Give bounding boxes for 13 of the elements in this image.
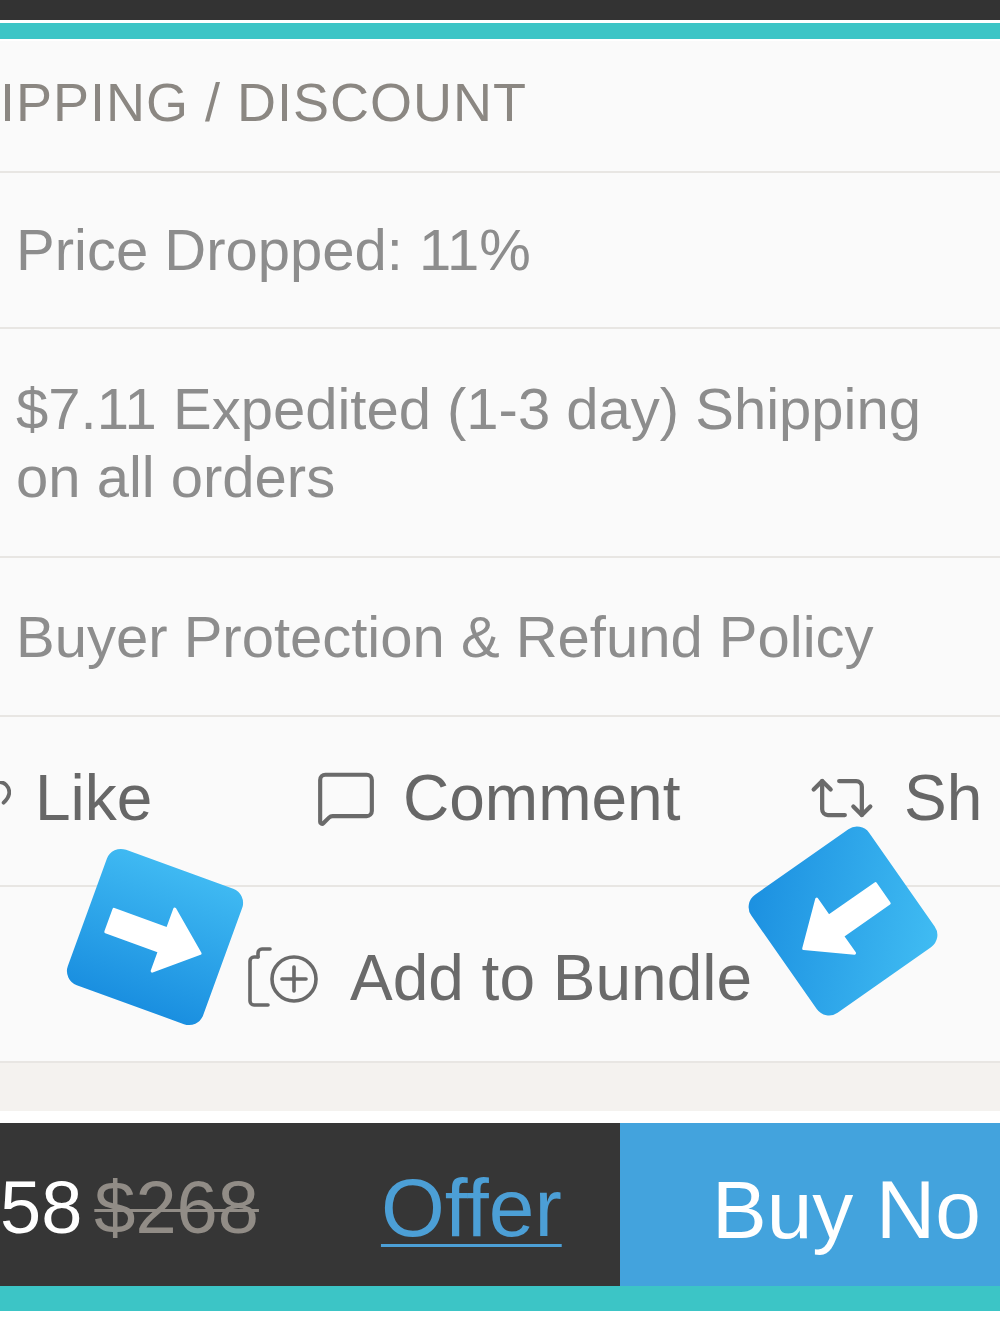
info-row-text: Buyer Protection & Refund Policy (16, 602, 874, 671)
bundle-add-icon (247, 947, 320, 1009)
info-row-text: Price Dropped: 11% (16, 216, 531, 284)
original-price: $268 (94, 1165, 259, 1250)
share-button[interactable]: Sh (808, 758, 1000, 838)
price-text: 58 (0, 1165, 83, 1250)
section-heading: IPPING / DISCOUNT (0, 75, 528, 129)
buy-now-button[interactable]: Buy No (620, 1123, 1000, 1286)
offer-link[interactable]: Offer (380, 1160, 562, 1255)
comment-button[interactable]: Comment (315, 758, 808, 838)
like-button[interactable]: Like (0, 758, 315, 838)
add-to-bundle-button[interactable]: Add to Bundle (247, 941, 753, 1015)
info-row-text: $7.11 Expedited (1-3 day) Shipping on all orders (16, 374, 922, 511)
